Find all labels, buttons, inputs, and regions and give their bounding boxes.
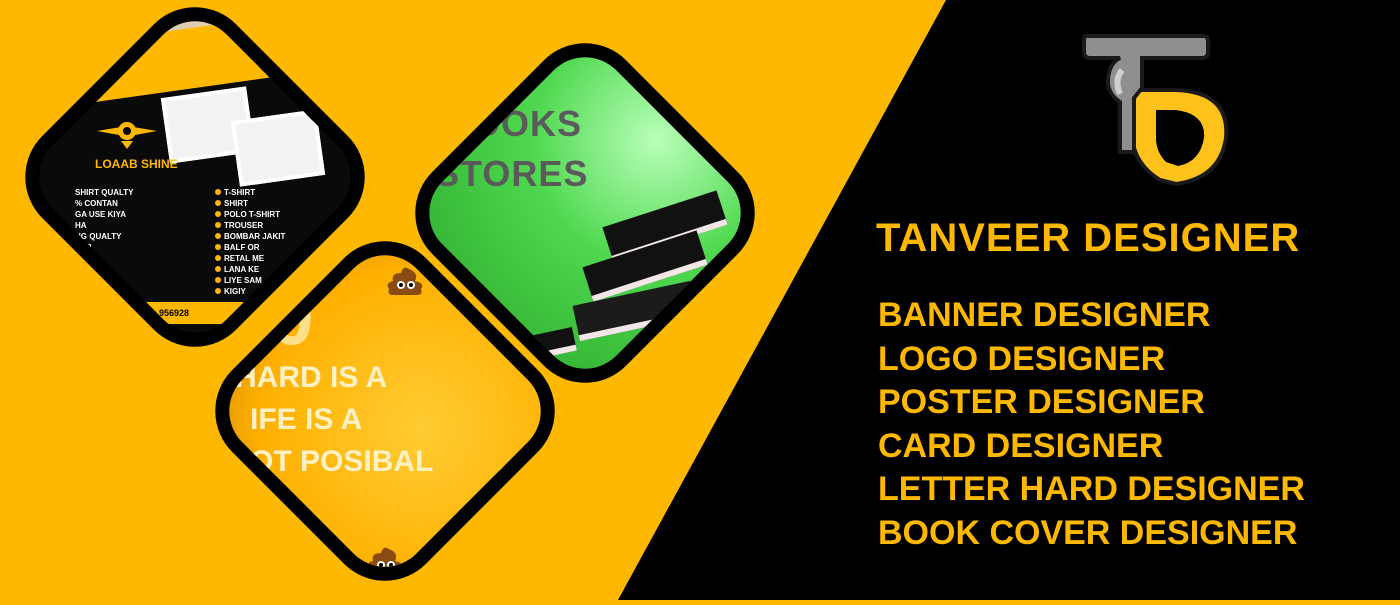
poop-emoji-icon (387, 267, 423, 295)
service-item: POSTER DESIGNER (878, 383, 1205, 421)
stores-title: STORES (435, 153, 589, 194)
eagle-logo-icon (97, 122, 157, 149)
poop-emoji-icon (367, 547, 403, 575)
service-item: BOOK COVER DESIGNER (878, 513, 1298, 552)
brand-title: TANVEER DESIGNER (876, 216, 1301, 260)
flyer-right-list: T-SHIRT SHIRT POLO T-SHIRT TROUSER BOMBA… (215, 187, 285, 297)
poster-line-1: HARD IS A (235, 361, 388, 394)
service-item: BANNER DESIGNER (878, 296, 1211, 334)
service-item: LOGO DESIGNER (878, 339, 1166, 378)
td-brand-logo-icon (1082, 34, 1229, 187)
flyer-left-list: SHIRT QUALTY % CONTAN GA USE KIYA HA NG … (74, 188, 134, 252)
poster-line-3: OT POSIBAL (250, 445, 434, 478)
service-item: CARD DESIGNER (878, 426, 1164, 465)
service-item: LETTER HARD DESIGNER (878, 470, 1305, 508)
flyer-brand-name: LOAAB SHINE (95, 157, 178, 171)
flyer-photo (230, 109, 326, 187)
poster-line-2: IFE IS A (250, 403, 363, 436)
services-list: BANNER DESIGNER LOGO DESIGNER POSTER DES… (878, 294, 1305, 555)
